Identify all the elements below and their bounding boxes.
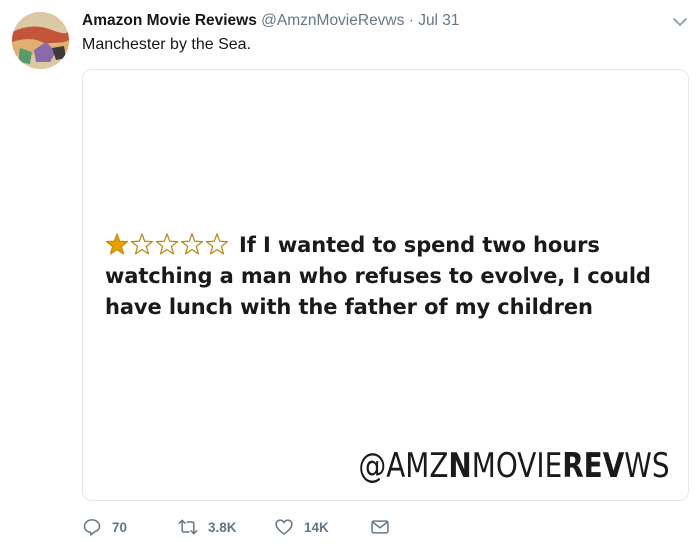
like-count: 14K: [304, 519, 329, 535]
like-button[interactable]: 14K: [274, 517, 370, 537]
handle[interactable]: @AmznMovieRevws: [261, 12, 404, 29]
star-icon: [180, 233, 204, 255]
watermark-part: N: [448, 446, 473, 486]
avatar[interactable]: [12, 12, 69, 69]
retweet-icon: [178, 519, 198, 535]
watermark-part: MOVIE: [472, 446, 563, 486]
tweet-date[interactable]: Jul 31: [418, 12, 459, 29]
review-line-2: watching a man who refuses to evolve, I …: [105, 264, 651, 288]
watermark-part: WS: [624, 446, 670, 486]
star-icon: [105, 233, 129, 255]
chevron-down-icon[interactable]: [672, 14, 688, 30]
retweet-button[interactable]: 3.8K: [178, 517, 274, 537]
display-name[interactable]: Amazon Movie Reviews: [82, 12, 257, 29]
star-icon: [205, 233, 229, 255]
review-line-3: have lunch with the father of my childre…: [105, 295, 593, 319]
watermark: @AMZNMOVIEREVWS: [359, 446, 670, 486]
review-line: If I wanted to spend two hours: [105, 230, 665, 261]
retweet-count: 3.8K: [208, 519, 237, 535]
reply-icon: [83, 519, 101, 536]
tweet-header: Amazon Movie Reviews @AmznMovieRevws · J…: [82, 12, 690, 34]
tweet-actions: 70 3.8K 14K: [82, 515, 400, 539]
review-line-1: If I wanted to spend two hours: [239, 233, 600, 257]
separator: ·: [408, 12, 414, 29]
watermark-part: REV: [562, 446, 625, 486]
watermark-part: @AMZ: [358, 446, 449, 486]
star-icon: [155, 233, 179, 255]
tweet-text: Manchester by the Sea.: [82, 36, 251, 53]
avatar-image: [12, 12, 69, 69]
tweet-media-image[interactable]: If I wanted to spend two hours watching …: [82, 69, 689, 501]
message-icon: [371, 520, 389, 534]
star-rating: [105, 233, 231, 255]
direct-message-button[interactable]: [370, 517, 400, 537]
reply-count: 70: [112, 519, 128, 535]
review-text: If I wanted to spend two hours watching …: [105, 230, 665, 323]
star-icon: [130, 233, 154, 255]
like-icon: [275, 519, 293, 535]
reply-button[interactable]: 70: [82, 517, 178, 537]
